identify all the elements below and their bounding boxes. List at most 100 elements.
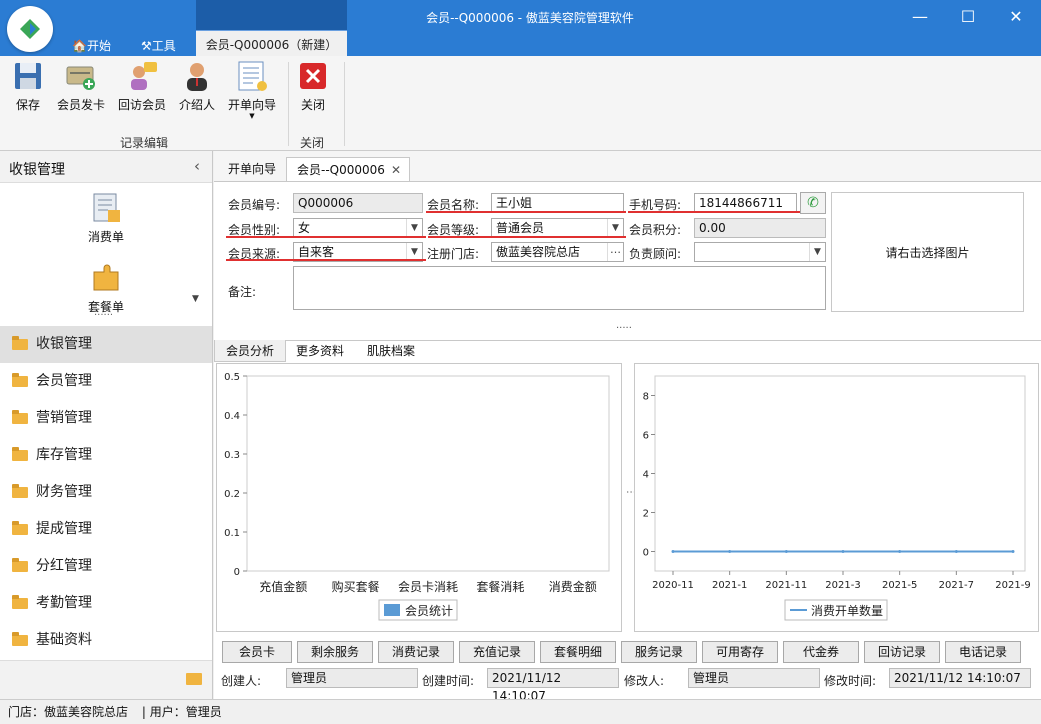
y-tick-label: 4 (643, 470, 649, 481)
created-time-field[interactable]: 2021/11/12 14:10:07 (487, 668, 619, 703)
modified-time-field[interactable]: 2021/11/12 14:10:07 (889, 668, 1031, 688)
folder-icon[interactable] (186, 673, 202, 685)
subtab-skin-record[interactable]: 肌肤档案 (357, 340, 425, 362)
legend-label: 消费开单数量 (811, 603, 883, 618)
bottom-button[interactable]: 会员卡 (222, 641, 292, 663)
close-window-button[interactable]: ✕ (996, 2, 1036, 32)
bottom-button-row: 会员卡 剩余服务 消费记录 充值记录 套餐明细 服务记录 可用寄存 代金券 回访记录 电话记录 (222, 641, 1037, 665)
points-field[interactable]: 0.00 (694, 218, 826, 238)
x-tick-label: 2020-11 (652, 580, 694, 591)
folder-icon (12, 336, 28, 350)
menu-tab-tools[interactable]: ⚒工具 (141, 36, 176, 56)
group-label-edit: 记录编辑 (120, 136, 169, 150)
issue-card-button[interactable]: 会员发卡 (54, 60, 108, 113)
modifier-label: 修改人: (624, 674, 665, 688)
maximize-button[interactable]: ☐ (948, 2, 988, 32)
data-point (671, 550, 675, 553)
shortcut-package[interactable]: 套餐单 (76, 262, 136, 315)
phone-field[interactable]: 18144866711 (694, 193, 797, 213)
nav-item[interactable]: 提成管理 (0, 511, 212, 548)
wizard-icon (236, 60, 268, 92)
x-tick-label: 2021-3 (825, 580, 860, 591)
bottom-button[interactable]: 剩余服务 (297, 641, 373, 663)
nav-item[interactable]: 财务管理 (0, 474, 212, 511)
doc-tab-wizard[interactable]: 开单向导 (218, 157, 286, 181)
member-name-field[interactable]: 王小姐 (491, 193, 624, 213)
dropdown-arrow-icon[interactable]: ▼ (809, 243, 825, 261)
bottom-button[interactable]: 回访记录 (864, 641, 940, 663)
visit-icon (126, 60, 158, 92)
shortcut-bill[interactable]: 消费单 (76, 192, 136, 245)
bottom-button[interactable]: 代金券 (783, 641, 859, 663)
modifier-field[interactable]: 管理员 (688, 668, 820, 688)
y-tick-label: 0 (234, 567, 240, 578)
close-red-icon (297, 60, 329, 92)
y-tick-label: 0 (643, 548, 649, 559)
legend-swatch (384, 604, 400, 616)
photo-box[interactable]: 请右击选择图片 (831, 192, 1024, 312)
bottom-button[interactable]: 服务记录 (621, 641, 697, 663)
subtab-more-info[interactable]: 更多资料 (286, 340, 354, 362)
introducer-button[interactable]: 介绍人 (176, 60, 218, 113)
minimize-button[interactable]: — (900, 2, 940, 32)
data-point (954, 550, 958, 553)
ribbon: 保存 会员发卡 回访会员 介绍人 开单向导 ▼ 关闭 记录编辑 关闭 (0, 56, 1041, 151)
app-logo-icon[interactable] (7, 6, 53, 52)
gender-select[interactable]: 女 ▼ (293, 218, 423, 238)
required-underline (426, 211, 626, 213)
visit-member-button[interactable]: 回访会员 (116, 60, 168, 113)
y-tick-label: 0.1 (224, 528, 240, 539)
data-point (784, 550, 788, 553)
subtab-analysis[interactable]: 会员分析 (214, 340, 286, 362)
x-tick-label: 2021-11 (765, 580, 807, 591)
level-select[interactable]: 普通会员 ▼ (491, 218, 624, 238)
doc-tab-member[interactable]: 会员--Q000006 ✕ (286, 157, 410, 181)
main-area: 开单向导 会员--Q000006 ✕ 会员编号: Q000006 会员名称: 王… (214, 151, 1041, 703)
save-button[interactable]: 保存 (10, 60, 46, 113)
nav-item[interactable]: 收银管理 (0, 326, 212, 363)
bottom-button[interactable]: 充值记录 (459, 641, 535, 663)
nav-item[interactable]: 分红管理 (0, 548, 212, 585)
tools-icon: ⚒ (141, 39, 152, 53)
home-icon: 🏠 (72, 39, 87, 53)
dropdown-arrow-icon: ▼ (249, 112, 255, 120)
scroll-down-icon[interactable]: ▼ (192, 294, 199, 304)
member-no-label: 会员编号: (228, 198, 281, 212)
dropdown-arrow-icon[interactable]: ▼ (607, 219, 623, 237)
group-label-close: 关闭 (300, 136, 325, 150)
required-underline (628, 211, 800, 213)
nav-item[interactable]: 营销管理 (0, 400, 212, 437)
bottom-button[interactable]: 电话记录 (945, 641, 1021, 663)
line-chart: 8 6 4 2 0 2020-11 2021-1 2021-11 2021-3 2021-5 202… (643, 375, 1031, 621)
status-user: | 用户：管理员 (141, 705, 222, 719)
bottom-button[interactable]: 套餐明细 (540, 641, 616, 663)
nav-item[interactable]: 考勤管理 (0, 585, 212, 622)
member-no-field[interactable]: Q000006 (293, 193, 423, 213)
store-field[interactable]: 傲蓝美容院总店… (491, 242, 624, 262)
nav-item[interactable]: 会员管理 (0, 363, 212, 400)
splitter-dots[interactable]: ····· (616, 323, 632, 334)
bottom-button[interactable]: 可用寄存 (702, 641, 778, 663)
bottom-button[interactable]: 消费记录 (378, 641, 454, 663)
phone-call-icon[interactable]: ✆ (800, 192, 826, 214)
menu-tab-start[interactable]: 🏠开始 (72, 36, 111, 56)
advisor-select[interactable]: ▼ (694, 242, 826, 262)
close-record-button[interactable]: 关闭 (296, 60, 330, 113)
order-wizard-button[interactable]: 开单向导 ▼ (226, 60, 278, 120)
splitter-dots[interactable]: ······ (94, 310, 113, 321)
tab-close-icon[interactable]: ✕ (391, 158, 401, 182)
folder-icon (12, 595, 28, 609)
x-tick-label: 2021-7 (939, 580, 974, 591)
nav-item[interactable]: 库存管理 (0, 437, 212, 474)
remark-textarea[interactable] (293, 266, 826, 310)
creator-field[interactable]: 管理员 (286, 668, 418, 688)
dropdown-arrow-icon[interactable]: ▼ (406, 219, 422, 237)
browse-ellipsis-icon[interactable]: … (607, 243, 623, 261)
nav-item[interactable]: 基础资料 (0, 622, 212, 659)
collapse-chevron-icon[interactable]: ‹ (194, 157, 200, 175)
required-underline (226, 259, 426, 261)
package-icon (90, 262, 122, 294)
window-title: 会员--Q000006 - 傲蓝美容院管理软件 (426, 11, 634, 25)
ribbon-tab-member[interactable]: 会员-Q000006（新建） (196, 30, 347, 56)
chart-panel-order-count: 8 6 4 2 0 2020-11 2021-1 2021-11 2021-3 2021-5 202… (634, 363, 1039, 632)
